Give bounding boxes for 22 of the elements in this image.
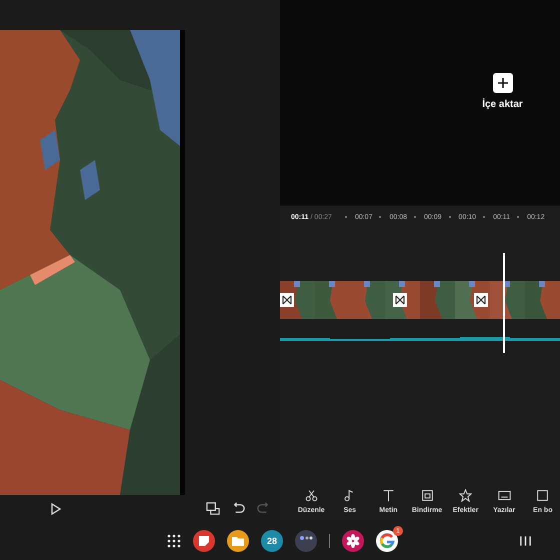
star-icon [459, 489, 472, 502]
text-icon [382, 489, 395, 502]
folder-app-icon[interactable] [227, 530, 249, 552]
scissors-icon [304, 489, 318, 502]
play-icon[interactable] [50, 502, 62, 514]
flower-app-icon[interactable] [342, 530, 364, 552]
plus-icon [492, 73, 512, 93]
caption-icon [498, 489, 511, 502]
app-drawer-icon[interactable] [167, 534, 181, 548]
screen-off-icon[interactable] [206, 501, 221, 516]
transition-icon[interactable] [474, 293, 488, 307]
undo-icon[interactable] [231, 501, 246, 516]
calendar-app-icon[interactable]: 28 [261, 530, 283, 552]
app-folder-icon[interactable] [295, 530, 317, 552]
notes-app-icon[interactable] [193, 530, 215, 552]
frame-icon [536, 489, 550, 502]
import-button[interactable]: İçe aktar [482, 73, 523, 110]
transition-icon[interactable] [393, 293, 407, 307]
transition-icon[interactable] [280, 293, 294, 307]
overlay-icon [420, 489, 434, 502]
google-app-icon[interactable] [376, 530, 398, 552]
recent-apps-icon[interactable] [519, 535, 532, 547]
